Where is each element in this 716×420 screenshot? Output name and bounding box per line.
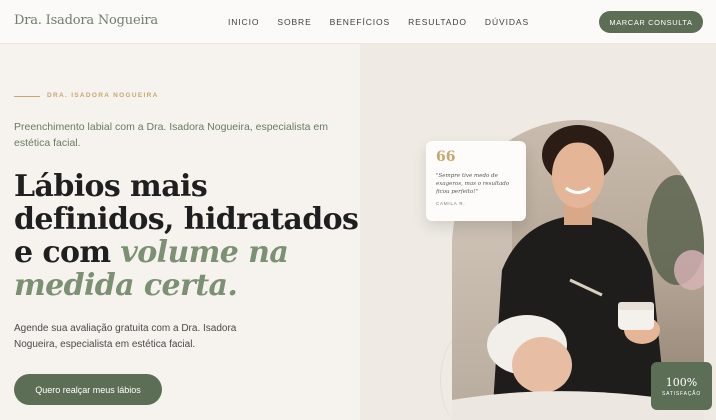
stat-value: 100% bbox=[665, 376, 698, 389]
nav-item-beneficios[interactable]: BENEFÍCIOS bbox=[330, 17, 390, 27]
hero-headline: Lábios mais definidos, hidratados e com … bbox=[14, 170, 359, 302]
hero-eyebrow: DRA. ISADORA NOGUEIRA bbox=[47, 92, 159, 99]
eyebrow-divider bbox=[14, 96, 40, 97]
testimonial-author: CAMILA R. bbox=[436, 201, 466, 206]
logo[interactable]: Dra. Isadora Nogueira bbox=[14, 13, 158, 28]
enhance-lips-button[interactable]: Quero realçar meus lábios bbox=[14, 374, 162, 405]
testimonial-text: "Sempre tive medo de exageros, mas o res… bbox=[436, 173, 510, 195]
main-nav: INICIO SOBRE BENEFÍCIOS RESULTADO DÚVIDA… bbox=[228, 17, 547, 27]
testimonial-card: 66 "Sempre tive medo de exageros, mas o … bbox=[426, 141, 526, 221]
nav-item-duvidas[interactable]: DÚVIDAS bbox=[485, 17, 529, 27]
quote-icon: 66 bbox=[436, 149, 456, 165]
satisfaction-badge: 100% SATISFAÇÃO bbox=[651, 362, 712, 410]
hero-subtitle: Preenchimento labial com a Dra. Isadora … bbox=[14, 121, 328, 149]
nav-item-resultado[interactable]: RESULTADO bbox=[408, 17, 467, 27]
hero-description: Agende sua avaliação gratuita com a Dra.… bbox=[14, 323, 237, 350]
stat-label: SATISFAÇÃO bbox=[661, 391, 702, 397]
site-header: Dra. Isadora Nogueira INICIO SOBRE BENEF… bbox=[0, 0, 716, 44]
nav-item-sobre[interactable]: SOBRE bbox=[277, 17, 311, 27]
nav-item-inicio[interactable]: INICIO bbox=[228, 17, 259, 27]
book-consultation-button[interactable]: MARCAR CONSULTA bbox=[599, 11, 703, 33]
